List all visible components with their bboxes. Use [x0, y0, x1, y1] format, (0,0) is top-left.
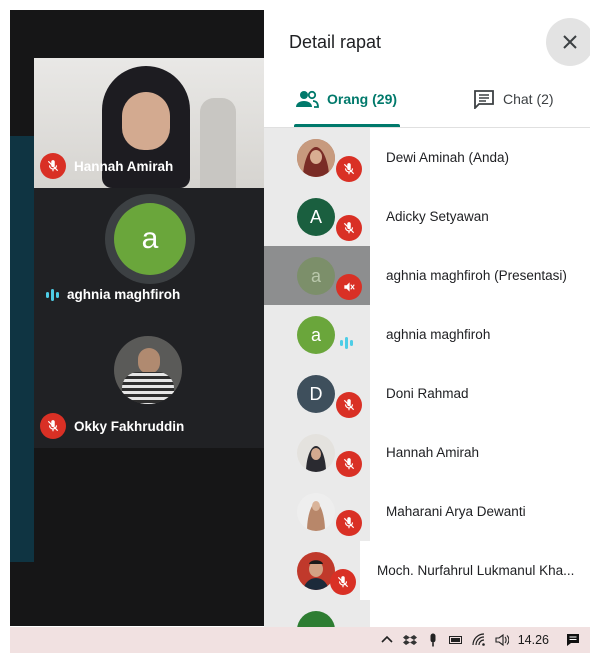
wifi-icon[interactable]: [472, 630, 486, 650]
mic-off-icon: [40, 413, 66, 439]
microphone-icon[interactable]: [426, 630, 440, 650]
participant-name: aghnia maghfiroh (Presentasi): [386, 268, 567, 283]
participant-row[interactable]: Moch. Nurfahrul Lukmanul Kha...: [264, 541, 590, 600]
avatar: [297, 493, 335, 531]
avatar: a: [297, 257, 335, 295]
meeting-details-panel: Detail rapat Orang (29) Chat (2) Dewi Am…: [264, 0, 590, 628]
clock[interactable]: 14.26: [518, 633, 549, 647]
participant-name: Okky Fakhruddin: [74, 418, 185, 434]
mic-off-icon: [336, 510, 362, 536]
participant-row[interactable]: A Adicky Setyawan: [264, 187, 590, 246]
dropbox-icon[interactable]: [402, 630, 417, 650]
mic-off-icon: [336, 392, 362, 418]
participant-name: Hannah Amirah: [386, 445, 480, 460]
presentation-muted-icon: [336, 274, 362, 300]
speaking-indicator-icon: [340, 337, 353, 349]
participant-row-partial[interactable]: [264, 600, 590, 628]
participant-list: Dewi Aminah (Anda) A Adicky Setyawan a a…: [264, 128, 590, 628]
panel-title: Detail rapat: [289, 32, 382, 52]
participant-row-presenting[interactable]: a aghnia maghfiroh (Presentasi): [264, 246, 590, 305]
video-tile-aghnia-avatar[interactable]: a: [105, 194, 195, 284]
participant-name: Adicky Setyawan: [386, 209, 489, 224]
people-icon: [296, 90, 319, 108]
participant-row[interactable]: Hannah Amirah: [264, 423, 590, 482]
avatar: [297, 139, 335, 177]
participant-name: Dewi Aminah (Anda): [386, 150, 510, 165]
participant-row[interactable]: Dewi Aminah (Anda): [264, 128, 590, 187]
battery-icon[interactable]: [448, 630, 463, 650]
taskbar: 14.26: [10, 627, 590, 653]
meet-window: Hannah Amirah a aghnia maghfiroh Okky Fa…: [0, 0, 590, 653]
avatar: a: [297, 316, 335, 354]
mic-off-icon: [336, 451, 362, 477]
speaking-indicator-icon: [46, 288, 59, 301]
participant-row[interactable]: a aghnia maghfiroh: [264, 305, 590, 364]
chevron-up-icon[interactable]: [380, 630, 394, 650]
mic-off-icon: [336, 215, 362, 241]
participant-name: Maharani Arya Dewanti: [386, 504, 526, 519]
participant-name: aghnia maghfiroh: [67, 287, 181, 302]
avatar: [297, 434, 335, 472]
tab-label: Chat (2): [503, 91, 554, 107]
tab-chat[interactable]: Chat (2): [473, 89, 554, 109]
mic-off-icon: [330, 569, 356, 595]
participant-row[interactable]: Maharani Arya Dewanti: [264, 482, 590, 541]
close-icon: [563, 35, 577, 49]
mic-off-icon: [40, 153, 66, 179]
chat-icon: [474, 90, 494, 109]
participant-name: Doni Rahmad: [386, 386, 469, 401]
action-center-icon[interactable]: [566, 630, 580, 650]
volume-icon[interactable]: [495, 630, 509, 650]
video-tile-label-aghnia: aghnia maghfiroh: [46, 287, 180, 302]
avatar: A: [297, 198, 335, 236]
participant-name: Hannah Amirah: [74, 158, 174, 174]
avatar: D: [297, 375, 335, 413]
close-button[interactable]: [546, 18, 590, 66]
tab-label: Orang (29): [327, 91, 398, 107]
video-tile-okky-avatar[interactable]: [114, 336, 182, 404]
video-grid: Hannah Amirah a aghnia maghfiroh Okky Fa…: [10, 10, 264, 626]
participant-name: aghnia maghfiroh: [386, 327, 491, 342]
participant-row[interactable]: D Doni Rahmad: [264, 364, 590, 423]
avatar: a: [114, 203, 186, 275]
tab-people[interactable]: Orang (29): [295, 89, 397, 109]
presentation-strip: [10, 136, 34, 562]
mic-off-icon: [336, 156, 362, 182]
participant-name: Moch. Nurfahrul Lukmanul Kha...: [377, 563, 575, 578]
video-tile-label-hannah: Hannah Amirah: [40, 153, 173, 179]
video-tile-label-okky: Okky Fakhruddin: [40, 413, 184, 439]
